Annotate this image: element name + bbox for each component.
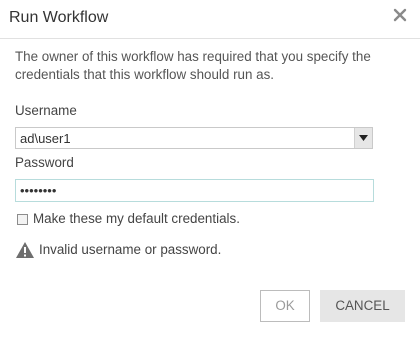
ok-button[interactable]: OK: [260, 290, 310, 322]
warning-icon: [16, 242, 34, 258]
username-label: Username: [15, 103, 77, 118]
run-workflow-dialog: Run Workflow The owner of this workflow …: [0, 0, 420, 338]
dialog-title: Run Workflow: [9, 9, 109, 26]
username-dropdown-button[interactable]: [354, 128, 372, 148]
close-icon: [393, 8, 407, 22]
chevron-down-icon: [359, 135, 368, 141]
password-field[interactable]: [15, 179, 374, 202]
username-selected-value: ad\user1: [20, 131, 71, 146]
dialog-title-bar: Run Workflow: [0, 0, 420, 39]
error-message: Invalid username or password.: [39, 242, 222, 257]
cancel-button[interactable]: CANCEL: [320, 290, 405, 322]
default-credentials-checkbox[interactable]: [17, 214, 28, 225]
username-select[interactable]: ad\user1: [15, 127, 373, 149]
password-label: Password: [15, 155, 74, 170]
close-button[interactable]: [392, 6, 408, 24]
default-credentials-label[interactable]: Make these my default credentials.: [33, 211, 240, 226]
dialog-description: The owner of this workflow has required …: [15, 49, 371, 82]
